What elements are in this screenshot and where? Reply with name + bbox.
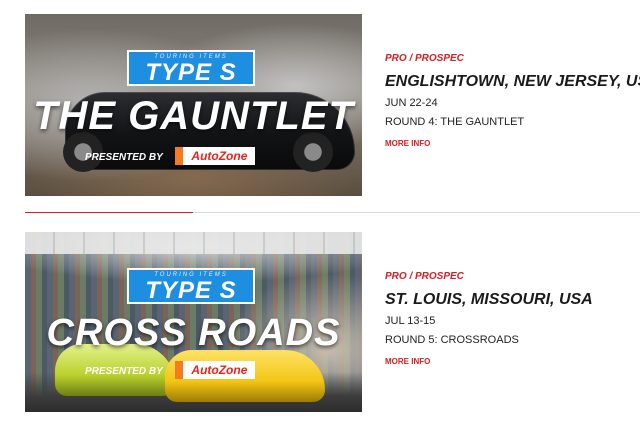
event-logo-text: THE GAUNTLET [33,94,354,138]
presented-by: PRESENTED BY AutoZone [85,147,256,165]
presented-by-label: PRESENTED BY [85,366,163,377]
event-logo-text: CROSS ROADS [46,312,341,354]
type-s-logo: TOURING ITEMS TYPE S [127,50,255,86]
event-card-crossroads: TOURING ITEMS TYPE S CROSS ROADS PRESENT… [0,232,640,412]
event-location[interactable]: ST. LOUIS, MISSOURI, USA [385,290,635,310]
presented-by-label: PRESENTED BY [85,152,163,163]
sponsor-logo: AutoZone [175,147,256,165]
event-image[interactable]: TOURING ITEMS TYPE S THE GAUNTLET PRESEN… [25,14,362,196]
event-image[interactable]: TOURING ITEMS TYPE S CROSS ROADS PRESENT… [25,232,362,412]
type-s-logo: TOURING ITEMS TYPE S [127,268,255,304]
event-round: ROUND 4: THE GAUNTLET [385,116,525,128]
sponsor-logo: AutoZone [175,361,256,379]
event-card-gauntlet: TOURING ITEMS TYPE S THE GAUNTLET PRESEN… [0,14,640,196]
more-info-link[interactable]: MORE INFO [385,138,635,150]
event-round: ROUND 5: CROSSROADS [385,334,519,346]
event-dates: JUN 22-24 [385,97,438,109]
event-info: PRO / PROSPEC ENGLISHTOWN, NEW JERSEY, U… [385,52,640,150]
event-location[interactable]: ENGLISHTOWN, NEW JERSEY, USA [385,72,640,92]
presented-by: PRESENTED BY AutoZone [85,361,256,379]
event-info: PRO / PROSPEC ST. LOUIS, MISSOURI, USA J… [385,270,635,368]
divider-accent [25,212,193,213]
tent-canopies [25,232,362,254]
logo-brand: TYPE S [145,59,237,86]
series-label: PRO / PROSPEC [385,53,464,64]
series-label: PRO / PROSPEC [385,271,464,282]
more-info-link[interactable]: MORE INFO [385,356,635,368]
event-dates: JUL 13-15 [385,315,436,327]
logo-brand: TYPE S [145,277,237,304]
